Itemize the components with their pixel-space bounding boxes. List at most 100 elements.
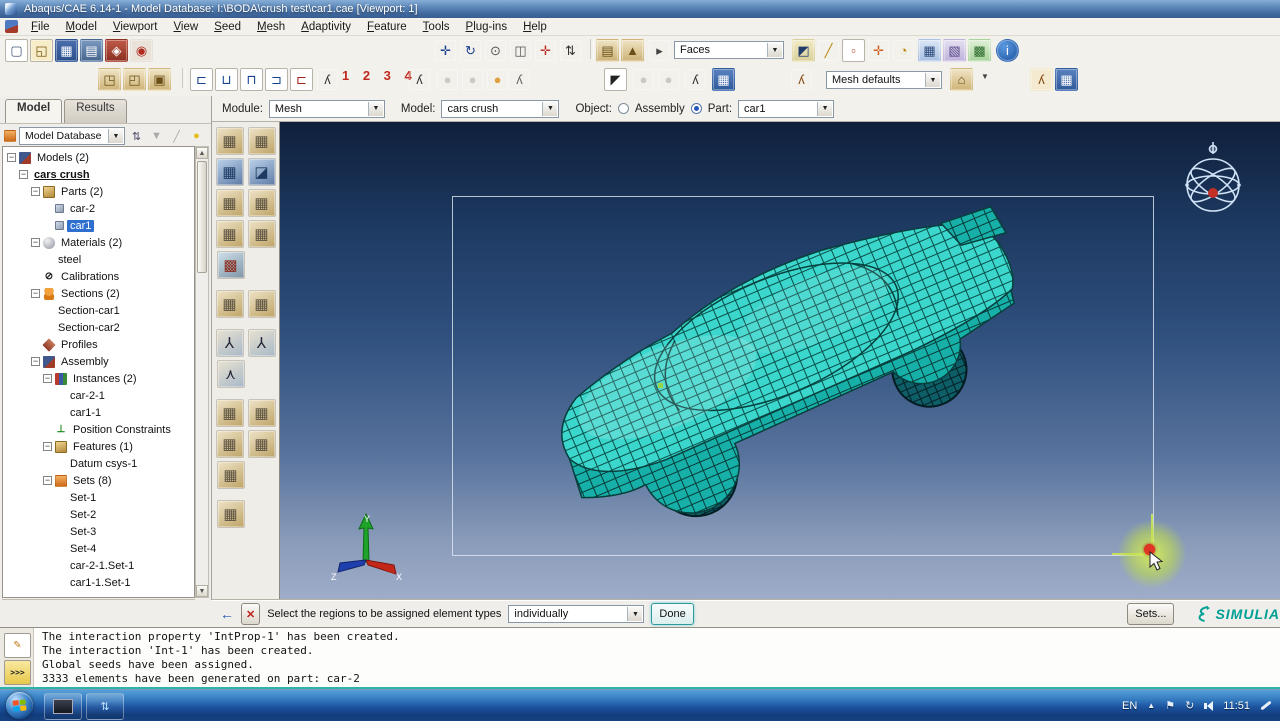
tree-item-instances-2-[interactable]: − Instances (2) <box>3 370 194 387</box>
view-compass[interactable] <box>1182 140 1244 218</box>
tree-item-materials-2-[interactable]: −Materials (2) <box>3 234 194 251</box>
tree-item-position-constraints[interactable]: ⊥Position Constraints <box>3 421 194 438</box>
tree-item-set-2[interactable]: Set-2 <box>3 506 194 523</box>
tree-collapse-icon[interactable]: − <box>31 238 40 247</box>
partition-edge-icon[interactable]: ⋏ <box>217 360 245 388</box>
menu-file[interactable]: File <box>23 20 58 34</box>
stick-figure-2-icon[interactable]: ʎ <box>408 68 431 91</box>
tree-item-features-1-[interactable]: −Features (1) <box>3 438 194 455</box>
tree-item-car-2-1[interactable]: car-2-1 <box>3 387 194 404</box>
tree-item-datum-csys-1[interactable]: Datum csys-1 <box>3 455 194 472</box>
viewport[interactable]: Y X Z <box>280 122 1280 600</box>
database-combo[interactable]: Model Database ▼ <box>19 127 125 145</box>
pan-icon[interactable]: ✛ <box>434 39 457 62</box>
compass-center-dot[interactable] <box>1208 188 1218 198</box>
refresh-tree-icon[interactable]: ⇅ <box>128 128 145 145</box>
bulb-icon[interactable]: ● <box>188 128 205 145</box>
menu-adaptivity[interactable]: Adaptivity <box>293 20 359 34</box>
language-indicator[interactable]: EN <box>1122 700 1137 712</box>
scroll-thumb[interactable] <box>197 161 207 273</box>
combo-dropdown-icon[interactable]: ▼ <box>925 73 940 87</box>
dropdown-caret-icon[interactable]: ▼ <box>981 72 989 81</box>
tree-item-calibrations[interactable]: ⊘Calibrations <box>3 268 194 285</box>
circle-1-icon[interactable]: ● <box>436 68 459 91</box>
menu-plug-ins[interactable]: Plug-ins <box>458 20 516 34</box>
tree-item-section-car2[interactable]: Section-car2 <box>3 319 194 336</box>
tree-item-label[interactable]: car1 <box>67 220 94 232</box>
assembly-radio-label[interactable]: Assembly <box>635 103 685 115</box>
render-cube-3-icon[interactable]: ▣ <box>148 68 171 91</box>
rotate-icon[interactable]: ↻ <box>459 39 482 62</box>
menu-model[interactable]: Model <box>58 20 105 34</box>
tree-collapse-icon[interactable]: − <box>7 153 16 162</box>
tree-item-label[interactable]: Datum csys-1 <box>67 458 140 470</box>
tree-item-car1-1[interactable]: car1-1 <box>3 404 194 421</box>
assembly-radio[interactable] <box>618 103 629 114</box>
tree-collapse-icon[interactable]: − <box>43 476 52 485</box>
tree-item-label[interactable]: Section-car2 <box>55 322 123 334</box>
tree-item-cars-crush[interactable]: −cars crush <box>3 166 194 183</box>
datum-axis-icon[interactable]: ▦ <box>248 399 276 427</box>
mesh-window-5-icon[interactable]: ⊏ <box>290 68 313 91</box>
combo-dropdown-icon[interactable]: ▼ <box>108 129 123 143</box>
tree-item-label[interactable]: steel <box>55 254 84 266</box>
pen-tool-icon[interactable] <box>1260 701 1271 711</box>
stick-figure-1-icon[interactable]: ʎ <box>316 68 339 91</box>
combo-dropdown-icon[interactable]: ▼ <box>542 102 557 116</box>
dashed-region-icon[interactable]: ▫ <box>842 39 865 62</box>
delete-part-mesh-icon[interactable]: ▦ <box>216 189 244 217</box>
element-table-icon[interactable]: ▦ <box>712 68 735 91</box>
mesh-defaults-table-icon[interactable]: ▦ <box>248 290 276 318</box>
edit-mesh-icon[interactable]: ▦ <box>216 290 244 318</box>
tree-item-label[interactable]: Set-2 <box>67 509 99 521</box>
seed-part-icon[interactable]: ▦ <box>216 127 244 155</box>
display-cube-purple-icon[interactable]: ▧ <box>943 39 966 62</box>
taskbar-app-1[interactable] <box>44 693 82 720</box>
clock[interactable]: 11:51 <box>1223 700 1250 712</box>
tree-item-models-2-[interactable]: − Models (2) <box>3 149 194 166</box>
sets-button[interactable]: Sets... <box>1127 603 1174 625</box>
edit-feature-icon[interactable]: ▦ <box>216 430 244 458</box>
tree-item-label[interactable]: Parts (2) <box>58 186 106 198</box>
circle-4-icon[interactable]: ● <box>632 68 655 91</box>
assign-mesh-controls-icon[interactable]: ▦ <box>216 220 244 248</box>
cursor-box-icon[interactable]: ◤ <box>604 68 627 91</box>
tree-item-section-car1[interactable]: Section-car1 <box>3 302 194 319</box>
mesh-defaults-combo[interactable]: Mesh defaults ▼ <box>826 71 942 89</box>
part-combo[interactable]: car1 ▼ <box>738 100 834 118</box>
tree-item-car1-1-set-1[interactable]: car1-1.Set-1 <box>3 574 194 591</box>
sync-icon[interactable]: ↻ <box>1185 699 1194 712</box>
partition-face-icon[interactable]: ⅄ <box>248 329 276 357</box>
menu-help[interactable]: Help <box>515 20 555 34</box>
mesh-window-4-icon[interactable]: ⊐ <box>265 68 288 91</box>
help-book-icon[interactable]: ◈ <box>105 39 128 62</box>
tab-model[interactable]: Model <box>5 99 62 123</box>
combo-dropdown-icon[interactable]: ▼ <box>368 102 383 116</box>
car-mesh-model[interactable] <box>530 182 1040 562</box>
open-icon[interactable]: ◱ <box>30 39 53 62</box>
menu-viewport[interactable]: Viewport <box>105 20 166 34</box>
tree-item-profiles[interactable]: Profiles <box>3 336 194 353</box>
save-icon[interactable]: ▦ <box>55 39 78 62</box>
circle-2-icon[interactable]: ● <box>461 68 484 91</box>
tree-item-label[interactable]: cars crush <box>31 169 93 181</box>
tree-item-label[interactable]: Instances (2) <box>70 373 140 385</box>
scroll-up-icon[interactable]: ▲ <box>196 147 208 159</box>
part-radio[interactable] <box>691 103 702 114</box>
tree-collapse-icon[interactable]: − <box>31 187 40 196</box>
tree-collapse-icon[interactable]: − <box>43 374 52 383</box>
tree-item-label[interactable]: Models (2) <box>34 152 92 164</box>
tree-vertical-scrollbar[interactable]: ▲ ▼ <box>195 146 209 598</box>
tree-item-label[interactable]: Sections (2) <box>58 288 123 300</box>
menu-view[interactable]: View <box>165 20 206 34</box>
tree-item-label[interactable]: car-2 <box>67 203 98 215</box>
print-icon[interactable]: ▤ <box>80 39 103 62</box>
display-cube-green-icon[interactable]: ▩ <box>968 39 991 62</box>
tree-item-label[interactable]: car1-1 <box>67 407 104 419</box>
tree-item-set-1[interactable]: Set-1 <box>3 489 194 506</box>
menu-seed[interactable]: Seed <box>206 20 249 34</box>
tree-item-label[interactable]: Position Constraints <box>70 424 174 436</box>
seat-figure-icon[interactable]: ʎ <box>1030 68 1053 91</box>
tree-item-label[interactable]: Calibrations <box>58 271 122 283</box>
cancel-procedure-icon[interactable]: ✕ <box>241 603 260 625</box>
